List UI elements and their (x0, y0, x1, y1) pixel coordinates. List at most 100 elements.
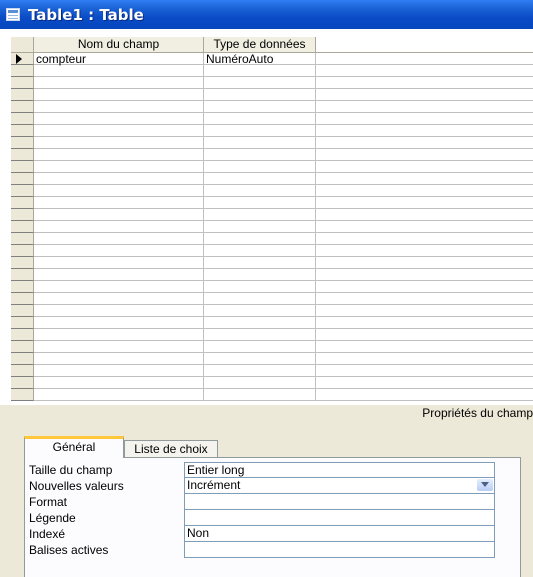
table-row[interactable] (11, 89, 533, 101)
table-row[interactable] (11, 245, 533, 257)
table-row[interactable] (11, 149, 533, 161)
field-name-cell[interactable] (34, 341, 204, 353)
description-cell[interactable] (316, 281, 533, 293)
description-cell[interactable] (316, 365, 533, 377)
table-row[interactable] (11, 341, 533, 353)
table-row[interactable] (11, 209, 533, 221)
row-selector[interactable] (11, 317, 34, 329)
field-name-cell[interactable] (34, 149, 204, 161)
data-type-cell[interactable] (204, 365, 316, 377)
tab-general[interactable]: Général (24, 436, 124, 458)
data-type-cell[interactable] (204, 125, 316, 137)
data-type-cell[interactable] (204, 329, 316, 341)
field-name-cell[interactable] (34, 281, 204, 293)
row-selector[interactable] (11, 293, 34, 305)
table-row[interactable] (11, 221, 533, 233)
field-name-cell[interactable] (34, 161, 204, 173)
description-cell[interactable] (316, 77, 533, 89)
data-type-cell[interactable] (204, 233, 316, 245)
field-name-cell[interactable] (34, 173, 204, 185)
table-row[interactable] (11, 161, 533, 173)
row-selector[interactable] (11, 101, 34, 113)
row-selector[interactable] (11, 233, 34, 245)
data-type-cell[interactable] (204, 137, 316, 149)
data-type-cell[interactable] (204, 185, 316, 197)
data-type-cell[interactable] (204, 245, 316, 257)
row-selector[interactable] (11, 257, 34, 269)
table-row[interactable] (11, 317, 533, 329)
field-name-cell[interactable] (34, 113, 204, 125)
description-cell[interactable] (316, 293, 533, 305)
header-data-type[interactable]: Type de données (204, 37, 316, 53)
table-row[interactable]: compteur NuméroAuto (11, 53, 533, 65)
description-cell[interactable] (316, 329, 533, 341)
description-cell[interactable] (316, 101, 533, 113)
table-row[interactable] (11, 365, 533, 377)
row-selector[interactable] (11, 173, 34, 185)
data-type-cell[interactable] (204, 149, 316, 161)
data-type-cell[interactable] (204, 113, 316, 125)
tab-lookup[interactable]: Liste de choix (124, 440, 218, 458)
property-input[interactable]: Non (184, 526, 495, 542)
property-input[interactable] (184, 510, 495, 526)
row-selector[interactable] (11, 329, 34, 341)
data-type-cell[interactable] (204, 281, 316, 293)
field-name-cell[interactable] (34, 257, 204, 269)
data-type-cell[interactable] (204, 389, 316, 401)
row-selector[interactable] (11, 209, 34, 221)
description-cell[interactable] (316, 173, 533, 185)
field-name-cell[interactable] (34, 197, 204, 209)
description-cell[interactable] (316, 149, 533, 161)
description-cell[interactable] (316, 65, 533, 77)
data-type-cell[interactable] (204, 317, 316, 329)
description-cell[interactable] (316, 353, 533, 365)
row-selector[interactable] (11, 269, 34, 281)
row-selector[interactable] (11, 353, 34, 365)
field-name-cell[interactable] (34, 245, 204, 257)
data-type-cell[interactable] (204, 353, 316, 365)
property-input[interactable] (184, 494, 495, 510)
row-selector[interactable] (11, 161, 34, 173)
table-row[interactable] (11, 65, 533, 77)
data-type-cell[interactable] (204, 221, 316, 233)
description-cell[interactable] (316, 125, 533, 137)
field-name-cell[interactable]: compteur (34, 53, 204, 65)
description-cell[interactable] (316, 305, 533, 317)
data-type-cell[interactable] (204, 101, 316, 113)
data-type-cell[interactable] (204, 197, 316, 209)
description-cell[interactable] (316, 377, 533, 389)
table-row[interactable] (11, 113, 533, 125)
row-selector[interactable] (11, 305, 34, 317)
description-cell[interactable] (316, 53, 533, 65)
description-cell[interactable] (316, 137, 533, 149)
description-cell[interactable] (316, 257, 533, 269)
data-type-cell[interactable] (204, 65, 316, 77)
description-cell[interactable] (316, 209, 533, 221)
description-cell[interactable] (316, 269, 533, 281)
field-name-cell[interactable] (34, 101, 204, 113)
data-type-cell[interactable] (204, 161, 316, 173)
description-cell[interactable] (316, 317, 533, 329)
table-row[interactable] (11, 173, 533, 185)
header-field-name[interactable]: Nom du champ (34, 37, 204, 53)
row-selector[interactable] (11, 149, 34, 161)
table-row[interactable] (11, 389, 533, 401)
field-name-cell[interactable] (34, 305, 204, 317)
description-cell[interactable] (316, 233, 533, 245)
row-selector[interactable] (11, 341, 34, 353)
property-input[interactable]: Entier long (184, 462, 495, 478)
table-row[interactable] (11, 233, 533, 245)
field-name-cell[interactable] (34, 89, 204, 101)
description-cell[interactable] (316, 389, 533, 401)
data-type-cell[interactable] (204, 89, 316, 101)
property-select[interactable]: Incrément (184, 478, 495, 494)
description-cell[interactable] (316, 185, 533, 197)
table-row[interactable] (11, 269, 533, 281)
table-row[interactable] (11, 125, 533, 137)
data-type-cell[interactable] (204, 209, 316, 221)
table-row[interactable] (11, 185, 533, 197)
field-name-cell[interactable] (34, 65, 204, 77)
row-selector[interactable] (11, 221, 34, 233)
table-row[interactable] (11, 77, 533, 89)
data-type-cell[interactable] (204, 341, 316, 353)
